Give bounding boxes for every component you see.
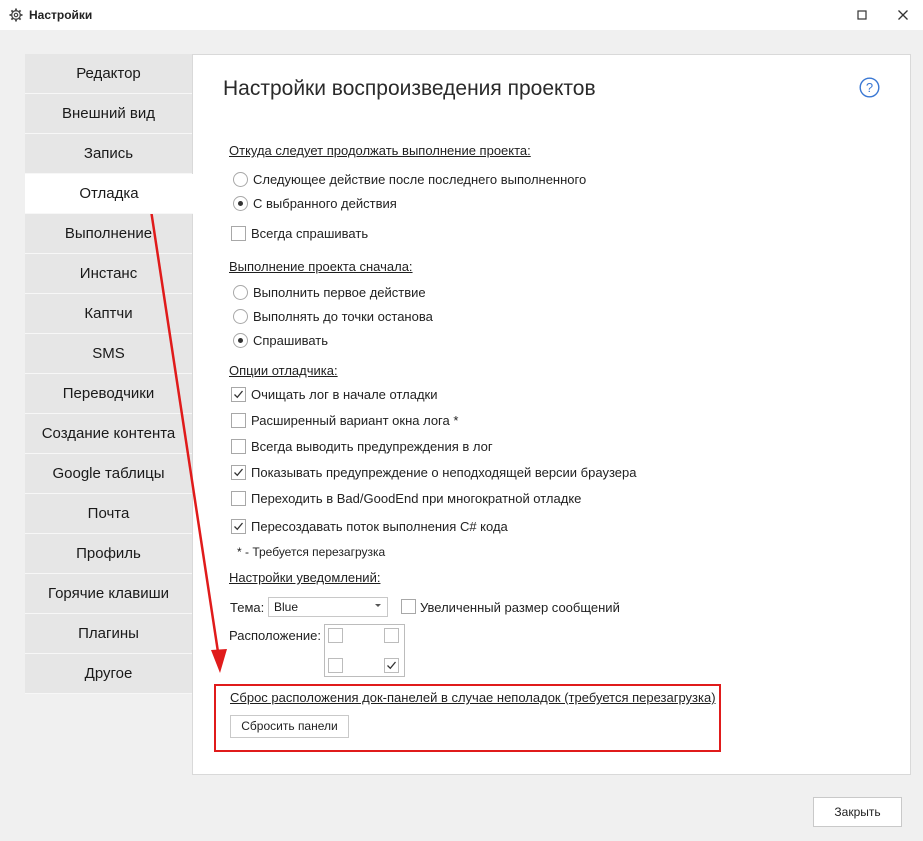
sidebar-item-sms[interactable]: SMS — [25, 334, 192, 374]
sidebar-item-content-creation[interactable]: Создание контента — [25, 414, 192, 454]
radio-start-ask[interactable] — [233, 333, 248, 348]
bad-good-end-label: Переходить в Bad/GoodEnd при многократно… — [251, 491, 582, 506]
close-window-button[interactable] — [893, 5, 913, 25]
continue-section-heading: Откуда следует продолжать выполнение про… — [229, 143, 531, 158]
browser-version-warning-label: Показывать предупреждение о неподходящей… — [251, 465, 637, 480]
sidebar-item-recording[interactable]: Запись — [25, 134, 192, 174]
page-title: Настройки воспроизведения проектов — [223, 77, 596, 100]
checkmark-icon — [234, 468, 244, 477]
large-messages-checkbox[interactable] — [401, 599, 416, 614]
settings-sidebar: Редактор Внешний вид Запись Отладка Выпо… — [25, 54, 193, 694]
notifications-section-heading: Настройки уведомлений: — [229, 570, 381, 585]
clear-log-label: Очищать лог в начале отладки — [251, 387, 438, 402]
recreate-csharp-label: Пересоздавать поток выполнения C# кода — [251, 519, 508, 534]
start-section-heading: Выполнение проекта сначала: — [229, 259, 413, 274]
sidebar-item-captcha[interactable]: Каптчи — [25, 294, 192, 334]
position-label: Расположение: — [229, 628, 321, 643]
checkmark-icon — [234, 390, 244, 399]
radio-start-ask-label: Спрашивать — [253, 333, 329, 348]
sidebar-item-execution[interactable]: Выполнение — [25, 214, 192, 254]
sidebar-item-hotkeys[interactable]: Горячие клавиши — [25, 574, 192, 614]
always-ask-label: Всегда спрашивать — [251, 226, 369, 241]
sidebar-item-profile[interactable]: Профиль — [25, 534, 192, 574]
bad-good-end-checkbox[interactable] — [231, 491, 246, 506]
always-warnings-checkbox[interactable] — [231, 439, 246, 454]
settings-panel: Настройки воспроизведения проектов ? Отк… — [192, 54, 911, 775]
annotation-highlight-box — [214, 684, 721, 752]
large-messages-label: Увеличенный размер сообщений — [420, 600, 620, 615]
sidebar-item-plugins[interactable]: Плагины — [25, 614, 192, 654]
recreate-csharp-checkbox[interactable] — [231, 519, 246, 534]
theme-select-value: Blue — [274, 600, 299, 614]
always-warnings-label: Всегда выводить предупреждения в лог — [251, 439, 493, 454]
dropdown-arrow-icon — [375, 604, 381, 607]
window-title: Настройки — [29, 8, 93, 22]
radio-continue-selected-label: С выбранного действия — [253, 196, 397, 211]
debugger-section-heading: Опции отладчика: — [229, 363, 338, 378]
radio-continue-selected[interactable] — [233, 196, 248, 211]
browser-version-warning-checkbox[interactable] — [231, 465, 246, 480]
restart-note: * - Требуется перезагрузка — [237, 545, 386, 559]
checkmark-icon — [234, 522, 244, 531]
sidebar-item-other[interactable]: Другое — [25, 654, 192, 694]
maximize-button[interactable] — [852, 5, 872, 25]
sidebar-item-editor[interactable]: Редактор — [25, 54, 192, 94]
clear-log-checkbox[interactable] — [231, 387, 246, 402]
radio-start-first-label: Выполнить первое действие — [253, 285, 426, 300]
close-button[interactable]: Закрыть — [813, 797, 902, 827]
svg-text:?: ? — [866, 80, 873, 95]
sidebar-item-translators[interactable]: Переводчики — [25, 374, 192, 414]
sidebar-item-instance[interactable]: Инстанс — [25, 254, 192, 294]
radio-start-breakpoint-label: Выполнять до точки останова — [253, 309, 433, 324]
radio-start-first[interactable] — [233, 285, 248, 300]
gear-icon — [9, 8, 23, 22]
radio-continue-next[interactable] — [233, 172, 248, 187]
position-top-left-checkbox[interactable] — [328, 628, 343, 643]
theme-select[interactable]: Blue — [268, 597, 388, 617]
extended-log-label: Расширенный вариант окна лога * — [251, 413, 459, 428]
radio-continue-next-label: Следующее действие после последнего выпо… — [253, 172, 587, 187]
sidebar-item-appearance[interactable]: Внешний вид — [25, 94, 192, 134]
sidebar-item-mail[interactable]: Почта — [25, 494, 192, 534]
sidebar-item-google-sheets[interactable]: Google таблицы — [25, 454, 192, 494]
theme-label: Тема: — [230, 600, 265, 615]
checkmark-icon — [387, 661, 397, 670]
title-bar: Настройки — [0, 0, 923, 30]
help-icon[interactable]: ? — [859, 77, 880, 98]
position-bottom-right-checkbox[interactable] — [384, 658, 399, 673]
position-top-right-checkbox[interactable] — [384, 628, 399, 643]
position-bottom-left-checkbox[interactable] — [328, 658, 343, 673]
always-ask-checkbox[interactable] — [231, 226, 246, 241]
radio-start-breakpoint[interactable] — [233, 309, 248, 324]
sidebar-item-debugging[interactable]: Отладка — [25, 174, 193, 214]
position-picker — [324, 624, 405, 677]
extended-log-checkbox[interactable] — [231, 413, 246, 428]
